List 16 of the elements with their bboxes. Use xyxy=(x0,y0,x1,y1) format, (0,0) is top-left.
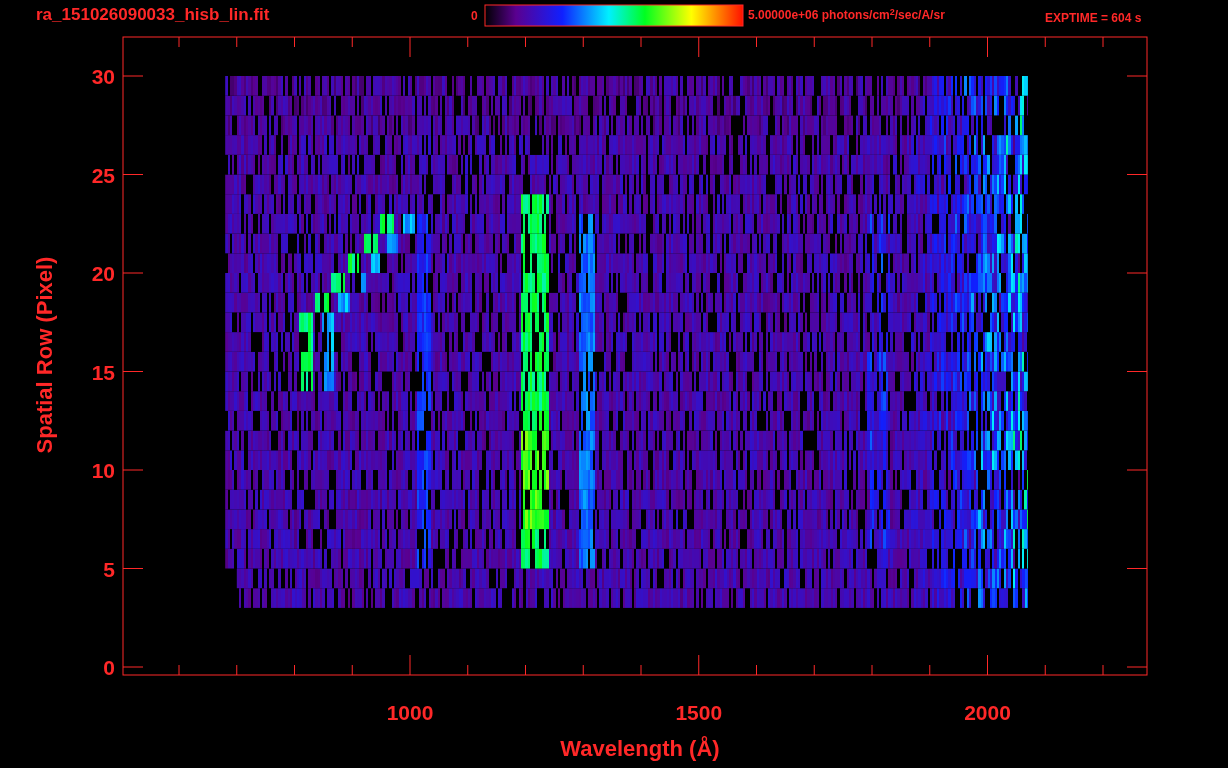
exposure-time: EXPTIME = 604 s xyxy=(1045,12,1142,24)
y-axis-label: Spatial Row (Pixel) xyxy=(34,256,56,454)
y-tick-label: 25 xyxy=(91,164,115,186)
x-tick-label: 1500 xyxy=(675,702,723,723)
y-tick-label: 10 xyxy=(91,460,115,481)
y-tick-label: 0 xyxy=(103,657,115,678)
y-tick-label: 20 xyxy=(91,263,115,284)
x-tick-label: 2000 xyxy=(964,702,1011,723)
x-tick-label: 1000 xyxy=(386,702,434,723)
y-tick-label: 15 xyxy=(91,361,115,383)
y-tick-label: 5 xyxy=(103,558,115,580)
plot-title: ra_151026090033_hisb_lin.fit xyxy=(36,6,270,23)
x-axis-label: Wavelength (Å) xyxy=(560,738,720,760)
colorbar-max-label: 5.00000e+06 photons/cm$^{2}$/sec/A/sr xyxy=(748,9,945,21)
colorbar-min-label: 0 xyxy=(471,10,478,22)
y-tick-label: 30 xyxy=(91,66,115,87)
